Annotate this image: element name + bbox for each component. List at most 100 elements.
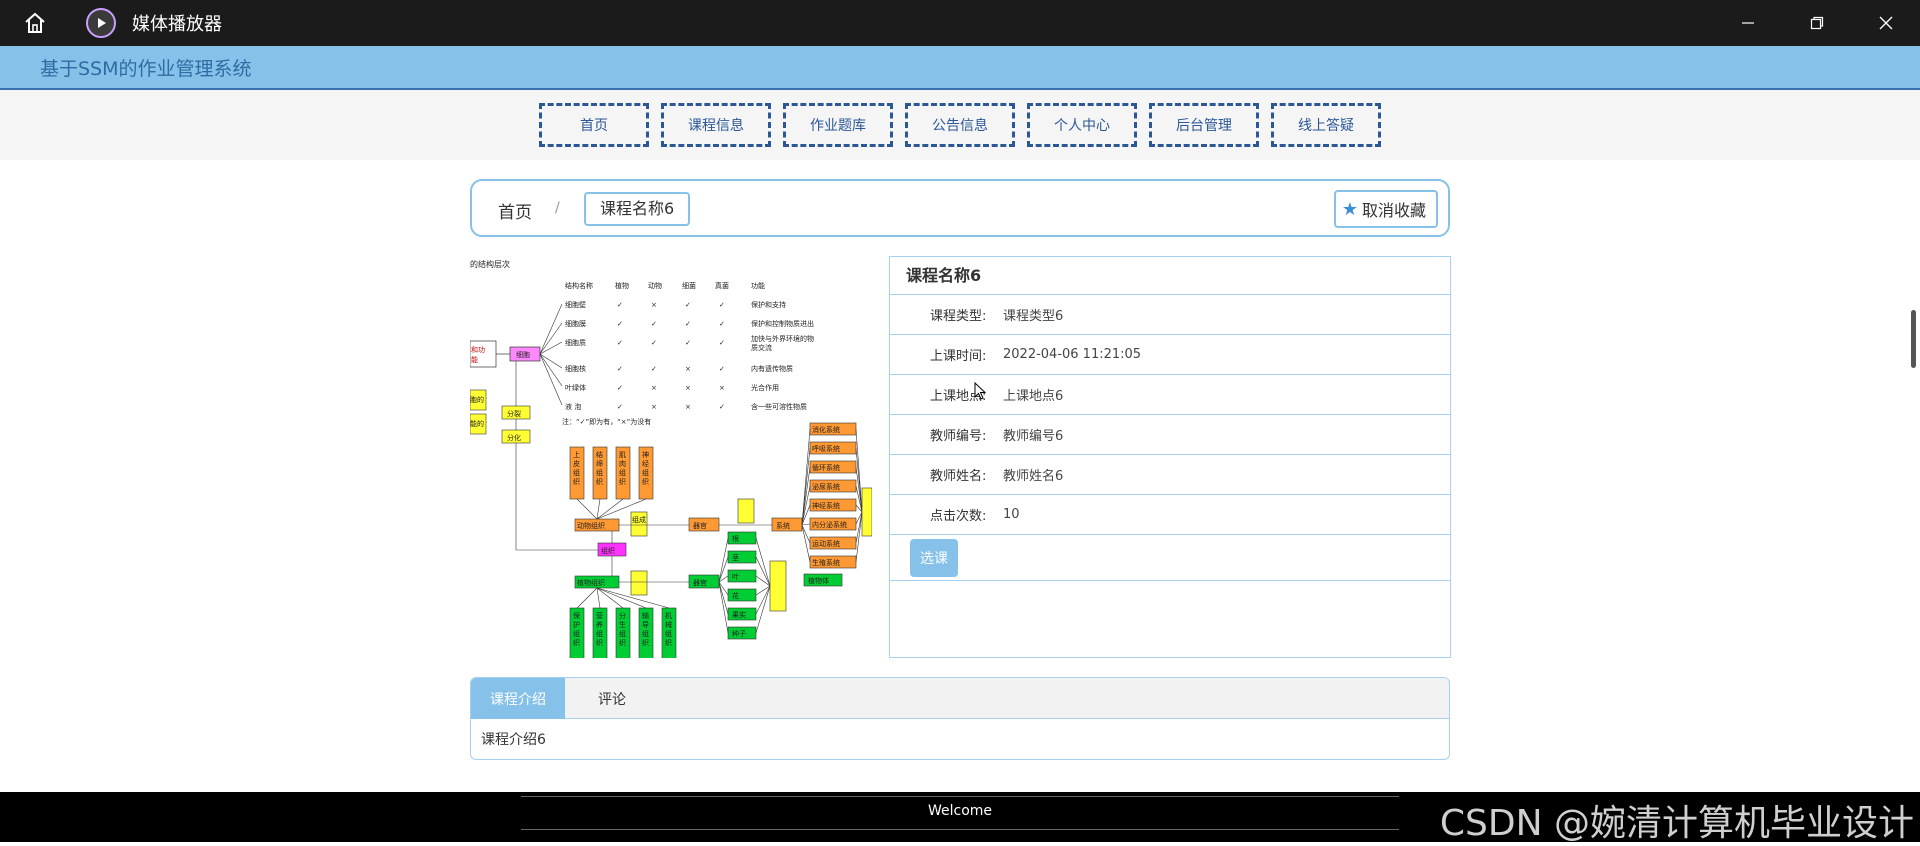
diagram-plant-tissue-label: 机 <box>665 611 672 620</box>
detail-row: 上课时间: 2022-04-06 11:21:05 <box>890 335 1450 375</box>
diagram-animal-tissue: 动物组织 <box>577 521 605 530</box>
media-player-titlebar: 媒体播放器 <box>0 0 1920 46</box>
diagram-row-mark: ✓ <box>685 320 691 328</box>
tab-course-intro[interactable]: 课程介绍 <box>471 678 565 719</box>
nav-item-courses[interactable]: 课程信息 <box>661 103 771 147</box>
diagram-plant-tissue-label: 织 <box>642 638 649 647</box>
field-label: 课程类型: <box>930 309 987 324</box>
footer-divider <box>521 796 1399 797</box>
diagram-row-mark: ✓ <box>617 339 623 347</box>
nav-item-question-bank[interactable]: 作业题库 <box>783 103 893 147</box>
diagram-system-label: 内分泌系统 <box>812 520 847 529</box>
diagram-system-label: 呼吸系统 <box>812 444 840 453</box>
diagram-plant-tissue-label: 织 <box>619 638 626 647</box>
diagram-row-mark: ✓ <box>719 365 725 373</box>
diagram-row-name: 细胞膜 <box>565 319 586 328</box>
field-value: 2022-04-06 11:21:05 <box>1003 347 1142 362</box>
minimize-button[interactable] <box>1713 0 1782 46</box>
diagram-header: 动物 <box>648 281 662 290</box>
page-scrollbar[interactable] <box>1911 310 1916 368</box>
diagram-plant-body: 植物体 <box>808 576 829 585</box>
diagram-organ: 器官 <box>693 521 707 530</box>
diagram-plant-tissue-label: 输 <box>642 611 649 620</box>
nav-item-qa[interactable]: 线上答疑 <box>1271 103 1381 147</box>
diagram-plant-tissue-label: 组 <box>596 629 603 638</box>
diagram-animal-tissue-label: 组 <box>619 468 626 477</box>
course-image: 的结构层次 结构名称 植物 动物 细菌 真菌 功能 细胞壁 ✓ × ✓ ✓ 保护和支持 细胞… <box>470 256 872 658</box>
field-value: 教师姓名6 <box>1003 469 1064 484</box>
diagram-animal-tissue-label: 织 <box>596 477 603 486</box>
field-label: 教师编号: <box>930 429 987 444</box>
diagram-plant-tissue: 植物组织 <box>577 578 605 587</box>
diagram-compose: 组成 <box>632 515 646 524</box>
diagram-row-mark: ✓ <box>685 301 691 309</box>
diagram-row-mark: ✓ <box>617 384 623 392</box>
diagram-plant-tissue-label: 营 <box>596 611 603 620</box>
diagram-row-name: 液 泡 <box>565 402 581 411</box>
diagram-header: 真菌 <box>715 281 729 290</box>
diagram-header: 结构名称 <box>565 281 593 290</box>
detail-actions: 选课 <box>890 535 1450 581</box>
diagram-row-mark: ✓ <box>651 320 657 328</box>
diagram-row-mark: × <box>651 384 657 392</box>
diagram-system-label: 循环系统 <box>812 463 840 472</box>
diagram-row-mark: ✓ <box>719 403 725 411</box>
diagram-plant-tissue-label: 导 <box>642 621 649 629</box>
diagram-header: 功能 <box>751 281 765 290</box>
breadcrumb-home[interactable]: 首页 <box>498 198 532 223</box>
diagram-plant-tissue-label: 组 <box>619 629 626 638</box>
diagram-division-label: 分裂 <box>507 409 521 418</box>
field-label: 教师姓名: <box>930 469 987 484</box>
diagram-animal-tissue-label: 神 <box>642 450 649 459</box>
diagram-plant-organ-label: 种子 <box>732 629 746 638</box>
diagram-row-mark: × <box>719 384 725 392</box>
diagram-row-mark: ✓ <box>651 365 657 373</box>
diagram-row-mark: ✓ <box>617 301 623 309</box>
diagram-plant-organ-label: 花 <box>732 591 739 600</box>
mouse-cursor-icon <box>974 382 987 400</box>
home-icon[interactable] <box>0 0 70 46</box>
select-course-button[interactable]: 选课 <box>910 538 958 577</box>
diagram-plant-tissue-label: 养 <box>596 620 603 629</box>
tab-comments[interactable]: 评论 <box>565 678 659 719</box>
tab-header: 课程介绍 评论 <box>471 678 1449 719</box>
diagram-animal-tissue-label: 织 <box>619 477 626 486</box>
diagram-system-label: 生殖系统 <box>812 558 840 567</box>
nav-item-announcements[interactable]: 公告信息 <box>905 103 1015 147</box>
field-value: 教师编号6 <box>1003 429 1064 444</box>
nav-item-home[interactable]: 首页 <box>539 103 649 147</box>
nav-item-admin[interactable]: 后台管理 <box>1149 103 1259 147</box>
diagram-differentiation-label: 分化 <box>507 433 521 442</box>
diagram-row-mark: ✓ <box>685 339 691 347</box>
diagram-row-mark: ✓ <box>617 403 623 411</box>
diagram-animal-tissue-label: 组 <box>573 468 580 477</box>
diagram-animal-tissue-label: 经 <box>642 459 649 468</box>
breadcrumb-separator: / <box>555 200 560 216</box>
diagram-plant-tissue-label: 械 <box>665 620 672 629</box>
diagram-row-name: 细胞质 <box>565 338 586 347</box>
diagram-row-name: 叶绿体 <box>565 383 586 392</box>
diagram-row-func: 保护和支持 <box>751 300 786 309</box>
breadcrumb-current: 课程名称6 <box>584 192 691 226</box>
close-button[interactable] <box>1851 0 1920 46</box>
diagram-system-label: 神经系统 <box>812 501 840 510</box>
restore-button[interactable] <box>1782 0 1851 46</box>
course-title: 课程名称6 <box>890 257 1450 295</box>
diagram-row-mark: × <box>685 365 691 373</box>
detail-row: 教师编号: 教师编号6 <box>890 415 1450 455</box>
watermark: CSDN @婉清计算机毕业设计 <box>1439 803 1914 844</box>
breadcrumb: 首页 / 课程名称6 ★ 取消收藏 <box>470 179 1450 237</box>
diagram-row-func: 保护和控制物质进出 <box>751 319 814 328</box>
diagram-plant-tissue-label: 生 <box>619 620 626 629</box>
diagram-row-func: 加快与外界环境的物 <box>751 334 814 343</box>
unfavorite-button[interactable]: ★ 取消收藏 <box>1333 190 1438 228</box>
diagram-animal-tissue-label: 肌 <box>619 451 626 459</box>
field-value: 10 <box>1003 507 1020 522</box>
diagram-row-mark: × <box>651 403 657 411</box>
nav-item-profile[interactable]: 个人中心 <box>1027 103 1137 147</box>
diagram-row-func: 光合作用 <box>751 383 779 392</box>
diagram-plant-organ-label: 果实 <box>732 610 746 619</box>
diagram-plant-organ-label: 茎 <box>732 553 739 562</box>
player-logo-icon <box>86 8 116 38</box>
tab-content: 课程介绍6 <box>481 732 546 748</box>
